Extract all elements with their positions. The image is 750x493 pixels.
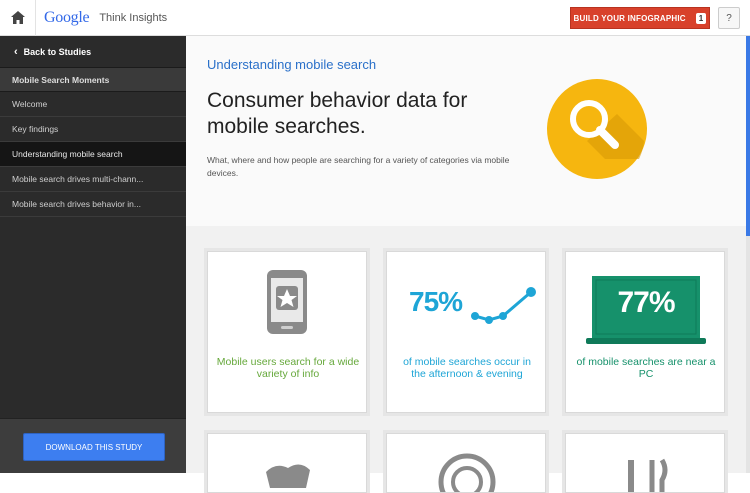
stat-card-afternoon-evening[interactable]: 75% of mobile searches occur in the afte… xyxy=(386,251,546,413)
utensils-icon xyxy=(628,458,668,492)
page-heading: Consumer behavior data for mobile search… xyxy=(207,89,468,138)
back-label: Back to Studies xyxy=(23,46,92,57)
phone-star-icon xyxy=(267,270,307,334)
card-caption: of mobile searches are near a PC xyxy=(576,356,716,380)
main-content: Understanding mobile search Consumer beh… xyxy=(186,36,746,493)
sidebar-footer: DOWNLOAD THIS STUDY xyxy=(0,418,186,473)
stat-card-row2-1[interactable] xyxy=(207,433,367,493)
home-icon xyxy=(10,11,25,24)
card-caption: Mobile users search for a wide variety o… xyxy=(216,356,360,380)
card-caption: of mobile searches occur in the afternoo… xyxy=(403,356,531,380)
chevron-left-icon: ‹ xyxy=(14,45,18,58)
sidebar: ‹ Back to Studies Mobile Search Moments … xyxy=(0,36,186,473)
scrollbar-thumb[interactable] xyxy=(746,36,750,236)
sidebar-item-behavior[interactable]: Mobile search drives behavior in... xyxy=(0,192,186,217)
stat-card-row2-3[interactable] xyxy=(565,433,725,493)
sidebar-item-understanding-mobile-search[interactable]: Understanding mobile search xyxy=(0,142,186,167)
google-logo: Google xyxy=(44,8,90,26)
magnifier-icon xyxy=(547,79,647,179)
hero-section: Understanding mobile search Consumer beh… xyxy=(186,36,746,226)
ticket-icon xyxy=(266,464,310,488)
product-name: Think Insights xyxy=(99,11,168,24)
build-count-badge: 1 xyxy=(695,12,707,24)
sidebar-section-title: Mobile Search Moments xyxy=(0,68,186,92)
help-button[interactable]: ? xyxy=(718,7,740,29)
stat-card-near-pc[interactable]: 77% of mobile searches are near a PC xyxy=(565,251,725,413)
sidebar-item-multi-channel[interactable]: Mobile search drives multi-chann... xyxy=(0,167,186,192)
sidebar-item-key-findings[interactable]: Key findings xyxy=(0,117,186,142)
stat-card-row2-2[interactable] xyxy=(386,433,546,493)
sidebar-item-welcome[interactable]: Welcome xyxy=(0,92,186,117)
section-title: Understanding mobile search xyxy=(207,57,377,72)
stat-value: 77% xyxy=(617,286,675,319)
build-infographic-button[interactable]: BUILD YOUR INFOGRAPHIC 1 xyxy=(570,7,710,29)
stat-value: 75% xyxy=(409,286,463,317)
back-to-studies-link[interactable]: ‹ Back to Studies xyxy=(0,36,186,68)
brand[interactable]: Google Think Insights xyxy=(44,9,167,27)
top-bar: Google Think Insights BUILD YOUR INFOGRA… xyxy=(0,0,750,36)
trend-line-icon xyxy=(471,287,536,324)
download-study-button[interactable]: DOWNLOAD THIS STUDY xyxy=(23,433,165,461)
page-description: What, where and how people are searching… xyxy=(207,155,510,178)
build-infographic-label: BUILD YOUR INFOGRAPHIC xyxy=(573,13,686,23)
home-button[interactable] xyxy=(0,0,36,36)
stat-card-search-variety[interactable]: Mobile users search for a wide variety o… xyxy=(207,251,367,413)
